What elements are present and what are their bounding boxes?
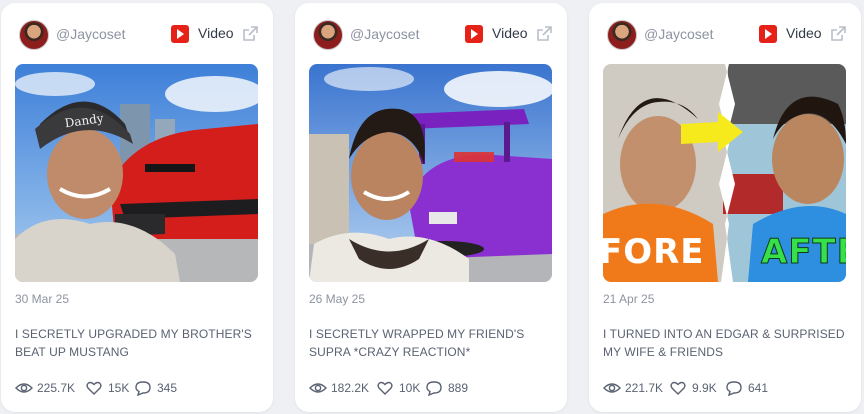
after-label: AFTE bbox=[761, 232, 846, 273]
publish-date: 30 Mar 25 bbox=[15, 292, 70, 306]
video-thumbnail[interactable]: FORE AFTE bbox=[603, 64, 846, 282]
card-header: @Jaycoset Video bbox=[603, 19, 847, 53]
type-label: Video bbox=[198, 25, 234, 41]
external-link-icon[interactable] bbox=[535, 25, 553, 43]
video-card[interactable]: @Jaycoset Video bbox=[295, 3, 567, 412]
external-link-icon[interactable] bbox=[241, 25, 259, 43]
video-title[interactable]: I TURNED INTO AN EDGAR & SURPRISED MY WI… bbox=[603, 325, 851, 361]
comment-icon[interactable] bbox=[726, 380, 742, 396]
author-handle[interactable]: @Jaycoset bbox=[644, 26, 713, 42]
views-count: 225.7K bbox=[37, 381, 76, 395]
comments-count: 889 bbox=[448, 381, 469, 395]
likes-count: 9.9K bbox=[692, 381, 717, 395]
video-title[interactable]: I SECRETLY WRAPPED MY FRIEND'S SUPRA *CR… bbox=[309, 325, 557, 361]
video-thumbnail[interactable]: Dandy bbox=[15, 64, 258, 282]
type-label: Video bbox=[786, 25, 822, 41]
publish-date: 21 Apr 25 bbox=[603, 292, 655, 306]
comments-count: 345 bbox=[157, 381, 178, 395]
before-label: FORE bbox=[603, 232, 705, 272]
youtube-icon bbox=[759, 25, 777, 43]
heart-icon[interactable] bbox=[670, 380, 686, 396]
card-header: @Jaycoset Video bbox=[15, 19, 259, 53]
youtube-icon bbox=[465, 25, 483, 43]
views-count: 221.7K bbox=[625, 381, 664, 395]
avatar[interactable] bbox=[313, 20, 343, 50]
card-header: @Jaycoset Video bbox=[309, 19, 553, 53]
views-count: 182.2K bbox=[331, 381, 370, 395]
eye-icon bbox=[309, 383, 327, 393]
video-card[interactable]: @Jaycoset Video FORE AFTE 21 Apr 25 I TU… bbox=[589, 3, 861, 412]
eye-icon bbox=[603, 383, 621, 393]
comments-count: 641 bbox=[748, 381, 769, 395]
likes-count: 15K bbox=[108, 381, 130, 395]
video-title[interactable]: I SECRETLY UPGRADED MY BROTHER'S BEAT UP… bbox=[15, 325, 263, 361]
type-label: Video bbox=[492, 25, 528, 41]
avatar[interactable] bbox=[19, 20, 49, 50]
publish-date: 26 May 25 bbox=[309, 292, 366, 306]
external-link-icon[interactable] bbox=[829, 25, 847, 43]
comment-icon[interactable] bbox=[135, 380, 151, 396]
heart-icon[interactable] bbox=[86, 380, 102, 396]
youtube-icon bbox=[171, 25, 189, 43]
eye-icon bbox=[15, 383, 33, 393]
video-card[interactable]: @Jaycoset Video bbox=[1, 3, 273, 412]
comment-icon[interactable] bbox=[426, 380, 442, 396]
heart-icon[interactable] bbox=[377, 380, 393, 396]
author-handle[interactable]: @Jaycoset bbox=[56, 26, 125, 42]
video-thumbnail[interactable] bbox=[309, 64, 552, 282]
author-handle[interactable]: @Jaycoset bbox=[350, 26, 419, 42]
avatar[interactable] bbox=[607, 20, 637, 50]
likes-count: 10K bbox=[399, 381, 421, 395]
